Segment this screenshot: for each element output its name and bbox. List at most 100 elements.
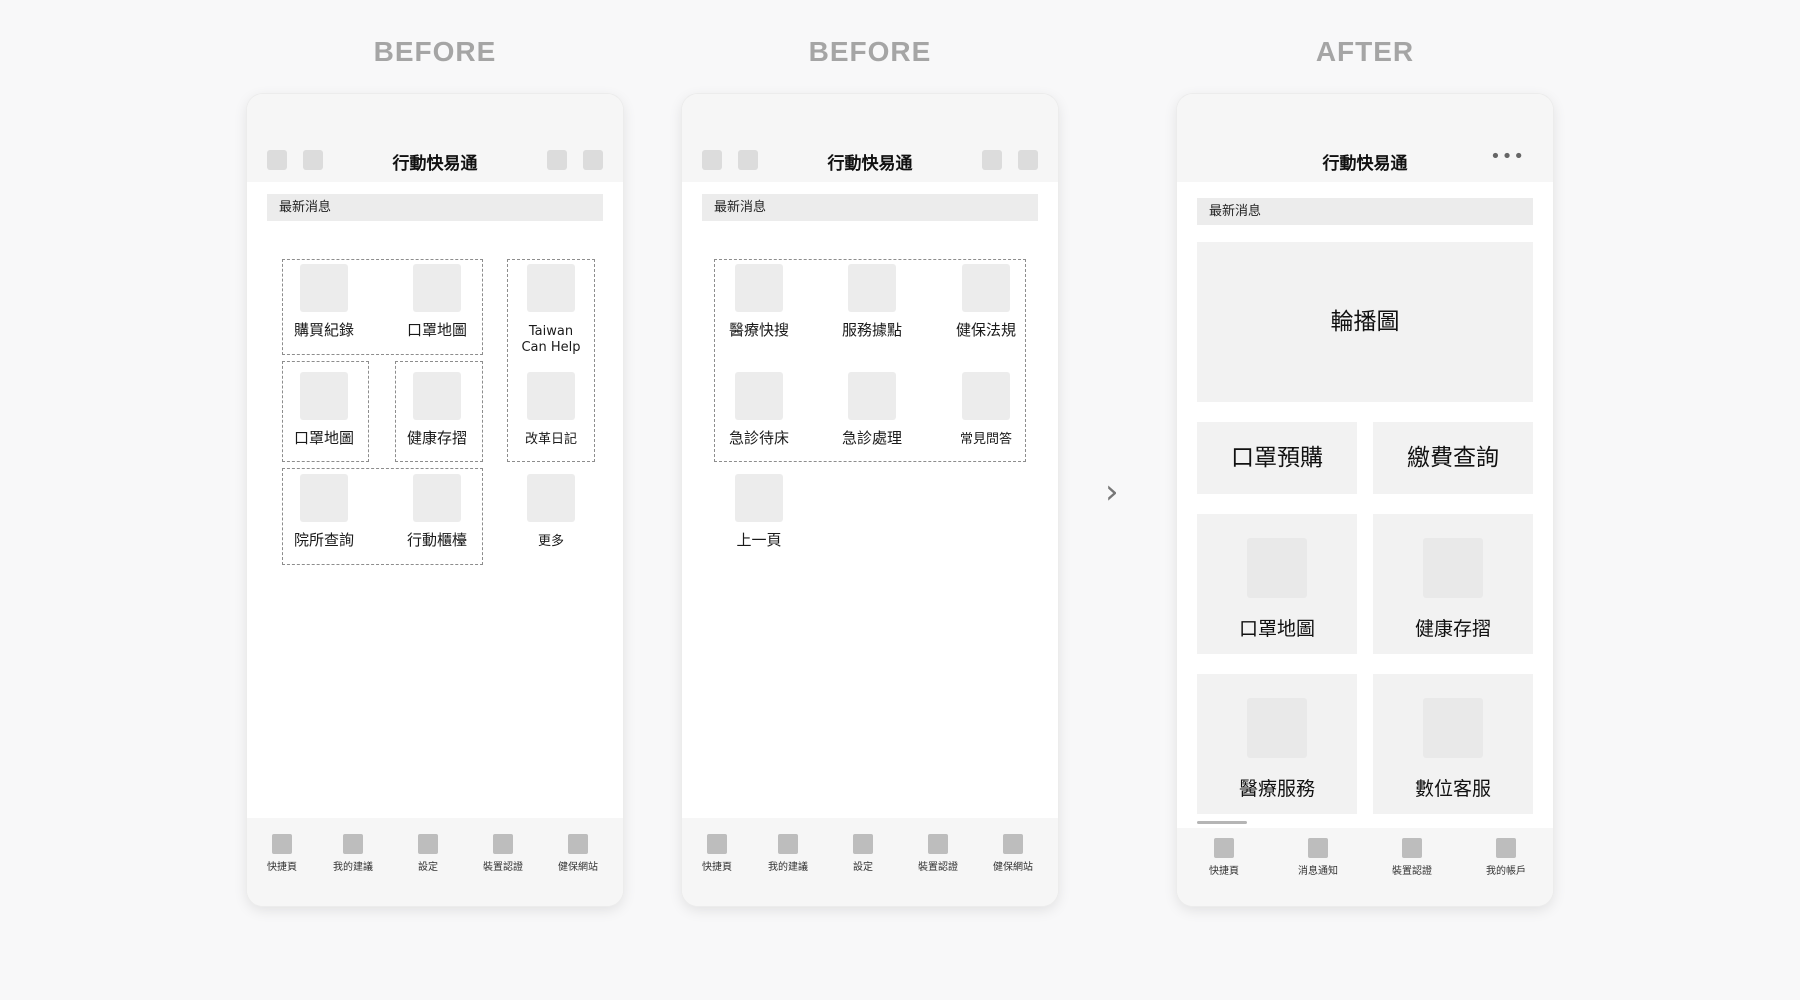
tile-hospital-search[interactable]: 院所查詢	[276, 474, 372, 549]
tab-label: 快捷頁	[1209, 866, 1239, 877]
tile-service-locations[interactable]: 服務據點	[824, 264, 920, 339]
tile-purchase-record[interactable]: 購買紀錄	[276, 264, 372, 339]
tile-label: 口罩地圖	[293, 429, 354, 447]
news-bar[interactable]: 最新消息	[702, 194, 1038, 221]
tab-my-account[interactable]: 我的帳戶	[1471, 838, 1541, 877]
tile-previous-page[interactable]: 上一頁	[711, 474, 807, 549]
suggestions-icon	[343, 834, 363, 854]
before-label-1: BEFORE	[373, 36, 497, 67]
er-beds-icon	[735, 372, 783, 420]
tab-label: 我的帳戶	[1486, 866, 1526, 877]
tile-label: 改革日記	[524, 432, 577, 447]
after-label: AFTER	[1315, 36, 1415, 67]
shortcut-icon	[272, 834, 292, 854]
comparison-canvas: BEFORE BEFORE AFTER 行動快易通 最新消息 購買紀錄 口罩地圖	[0, 0, 1800, 1000]
purchase-record-icon	[300, 264, 348, 312]
tile-mobile-counter[interactable]: 行動櫃檯	[389, 474, 485, 549]
tile-label: 服務據點	[841, 321, 902, 339]
card-medical-services[interactable]: 醫療服務	[1197, 674, 1357, 814]
tab-settings[interactable]: 設定	[828, 834, 898, 873]
news-bar[interactable]: 最新消息	[267, 194, 603, 221]
settings-icon	[853, 834, 873, 854]
card-label: 健康存摺	[1414, 618, 1491, 640]
card-health-passbook[interactable]: 健康存摺	[1373, 514, 1533, 654]
scroll-indicator[interactable]	[1197, 821, 1247, 824]
tab-device-auth[interactable]: 裝置認證	[903, 834, 973, 873]
more-icon	[527, 474, 575, 522]
tile-er-handling[interactable]: 急診處理	[824, 372, 920, 447]
chevron-right-icon: ›	[1105, 472, 1119, 512]
tile-label: 醫療快搜	[728, 321, 789, 339]
tab-notifications[interactable]: 消息通知	[1283, 838, 1353, 877]
tab-label: 裝置認證	[1392, 866, 1432, 877]
health-passbook-icon	[1423, 538, 1483, 598]
more-dots-icon[interactable]: •••	[1490, 148, 1525, 166]
tile-mask-map[interactable]: 口罩地圖	[276, 372, 372, 447]
tile-mask-map[interactable]: 口罩地圖	[389, 264, 485, 339]
tab-shortcut[interactable]: 快捷頁	[682, 834, 752, 873]
tab-label: 健保網站	[558, 862, 598, 873]
tile-label: 口罩地圖	[406, 321, 467, 339]
shortcut-icon	[707, 834, 727, 854]
notifications-icon	[1308, 838, 1328, 858]
tile-label: 急診待床	[728, 429, 789, 447]
tile-health-passbook[interactable]: 健康存摺	[389, 372, 485, 447]
tab-label: 快捷頁	[702, 862, 732, 873]
mask-preorder-button[interactable]: 口罩預購	[1197, 422, 1357, 494]
device-auth-icon	[1402, 838, 1422, 858]
header-icon-right-1[interactable]	[547, 150, 567, 170]
tile-er-beds[interactable]: 急診待床	[711, 372, 807, 447]
tab-device-auth[interactable]: 裝置認證	[468, 834, 538, 873]
news-bar[interactable]: 最新消息	[1197, 198, 1533, 225]
tile-more[interactable]: 更多	[503, 474, 599, 550]
card-label: 醫療服務	[1238, 778, 1315, 800]
tab-label: 設定	[853, 862, 873, 873]
tab-label: 健保網站	[993, 862, 1033, 873]
header-icon-right-2[interactable]	[583, 150, 603, 170]
tile-taiwan-can-help[interactable]: Taiwan Can Help	[503, 264, 599, 356]
card-label: 數位客服	[1414, 778, 1491, 800]
tab-my-suggestions[interactable]: 我的建議	[753, 834, 823, 873]
taiwan-can-help-icon	[527, 264, 575, 312]
account-icon	[1496, 838, 1516, 858]
tab-bar: 快捷頁 我的建議 設定 裝置認證 健保網站	[682, 818, 1058, 906]
er-handling-icon	[848, 372, 896, 420]
tab-shortcut[interactable]: 快捷頁	[1189, 838, 1259, 877]
shortcut-icon	[1214, 838, 1234, 858]
mask-map-icon	[413, 264, 461, 312]
tile-label: 更多	[537, 534, 564, 549]
card-digital-support[interactable]: 數位客服	[1373, 674, 1533, 814]
before-phone-2: 行動快易通 最新消息 醫療快搜 服務據點 健保法規 急診待床 急診處理 常見問答…	[682, 94, 1058, 906]
tile-faq[interactable]: 常見問答	[938, 372, 1034, 448]
service-locations-icon	[848, 264, 896, 312]
tile-reform-diary[interactable]: 改革日記	[503, 372, 599, 448]
tile-label: 上一頁	[736, 531, 782, 549]
mask-map-icon	[1247, 538, 1307, 598]
website-icon	[1003, 834, 1023, 854]
header-icon-right-2[interactable]	[1018, 150, 1038, 170]
header-icon-right-1[interactable]	[982, 150, 1002, 170]
tab-shortcut[interactable]: 快捷頁	[247, 834, 317, 873]
tab-label: 裝置認證	[918, 862, 958, 873]
tab-label: 我的建議	[768, 862, 808, 873]
tile-label: 常見問答	[959, 432, 1012, 447]
tab-nhi-website[interactable]: 健保網站	[978, 834, 1048, 873]
card-mask-map[interactable]: 口罩地圖	[1197, 514, 1357, 654]
app-header: 行動快易通 •••	[1177, 94, 1553, 182]
tab-nhi-website[interactable]: 健保網站	[543, 834, 613, 873]
tab-settings[interactable]: 設定	[393, 834, 463, 873]
tile-nhi-regulations[interactable]: 健保法規	[938, 264, 1034, 339]
tile-medical-search[interactable]: 醫療快搜	[711, 264, 807, 339]
carousel-banner[interactable]: 輪播圖	[1197, 242, 1533, 402]
tab-label: 裝置認證	[483, 862, 523, 873]
tab-device-auth[interactable]: 裝置認證	[1377, 838, 1447, 877]
tile-label: 急診處理	[841, 429, 902, 447]
tile-label: 行動櫃檯	[406, 531, 467, 549]
tile-label: 健保法規	[955, 321, 1016, 339]
tile-label: 健康存摺	[406, 429, 467, 447]
payment-inquiry-button[interactable]: 繳費查詢	[1373, 422, 1533, 494]
device-auth-icon	[493, 834, 513, 854]
tab-my-suggestions[interactable]: 我的建議	[318, 834, 388, 873]
mobile-counter-icon	[413, 474, 461, 522]
tab-label: 消息通知	[1298, 866, 1338, 877]
